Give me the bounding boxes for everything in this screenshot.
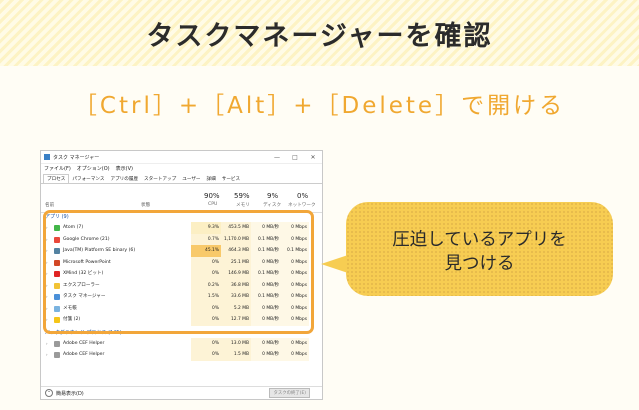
tab-processes[interactable]: プロセス xyxy=(43,174,70,183)
process-memory: 13.0 MB xyxy=(221,337,251,349)
column-name[interactable]: 名前 xyxy=(45,202,54,208)
maximize-button[interactable]: □ xyxy=(286,154,304,161)
page-title: タスクマネージャーを確認 xyxy=(146,21,493,52)
window-title: タスク マネージャー xyxy=(53,154,100,161)
process-name: Adobe CEF Helper xyxy=(63,340,105,346)
close-button[interactable]: ✕ xyxy=(304,154,322,161)
process-memory: 1.5 MB xyxy=(221,349,251,361)
disk-total: 9% xyxy=(267,192,279,200)
end-task-button[interactable]: タスクの終了(E) xyxy=(269,388,310,398)
tab-app-history[interactable]: アプリの履歴 xyxy=(107,175,141,183)
callout-text: 圧迫しているアプリを 見つける xyxy=(392,230,567,274)
column-memory[interactable]: メモリ xyxy=(236,202,250,208)
tab-users[interactable]: ユーザー xyxy=(179,175,203,183)
expand-arrow-icon[interactable]: › xyxy=(46,338,48,350)
column-cpu[interactable]: CPU xyxy=(208,202,217,207)
tab-bar: プロセス パフォーマンス アプリの履歴 スタートアップ ユーザー 詳細 サービス xyxy=(41,173,322,184)
process-cpu: 0% xyxy=(191,337,221,349)
menu-options[interactable]: オプション(O) xyxy=(77,165,110,172)
process-icon xyxy=(54,340,60,347)
menu-bar: ファイル(F) オプション(O) 表示(V) xyxy=(41,164,322,173)
expand-arrow-icon[interactable]: › xyxy=(46,349,48,361)
memory-total: 59% xyxy=(234,192,250,200)
window-footer: ⌃ 簡易表示(D) タスクの終了(E) xyxy=(41,386,322,399)
process-disk: 0 MB/秒 xyxy=(251,349,281,361)
process-icon xyxy=(54,352,60,358)
callout-tail xyxy=(321,255,348,273)
column-header: 名前 状態 90% CPU 59% メモリ 9% ディスク 0% ネットワーク xyxy=(41,184,322,213)
process-network: 0 Mbps xyxy=(281,337,309,349)
process-cpu: 0% xyxy=(191,349,221,361)
process-row[interactable]: › Adobe CEF Helper 0% 13.0 MB 0 MB/秒 0 Mbps xyxy=(41,337,322,350)
tab-performance[interactable]: パフォーマンス xyxy=(69,175,107,183)
network-total: 0% xyxy=(297,192,309,200)
minimize-button[interactable]: — xyxy=(268,154,286,161)
tab-details[interactable]: 詳細 xyxy=(204,175,219,183)
cpu-total: 90% xyxy=(204,192,220,200)
menu-view[interactable]: 表示(V) xyxy=(116,165,133,172)
column-status[interactable]: 状態 xyxy=(141,202,150,208)
column-disk[interactable]: ディスク xyxy=(263,202,281,208)
menu-file[interactable]: ファイル(F) xyxy=(44,165,71,172)
less-details-link[interactable]: 簡易表示(D) xyxy=(56,390,84,397)
tab-services[interactable]: サービス xyxy=(219,175,243,183)
chevron-up-icon[interactable]: ⌃ xyxy=(45,389,53,397)
process-disk: 0 MB/秒 xyxy=(251,337,281,349)
background-list: › Adobe CEF Helper 0% 13.0 MB 0 MB/秒 0 Mbps › A… xyxy=(41,337,322,361)
tab-startup[interactable]: スタートアップ xyxy=(141,175,179,183)
process-row[interactable]: › Adobe CEF Helper 0% 1.5 MB 0 MB/秒 0 Mbps xyxy=(41,349,322,361)
column-network[interactable]: ネットワーク xyxy=(288,202,316,208)
apps-highlight-frame xyxy=(43,210,314,334)
window-titlebar: タスク マネージャー — □ ✕ xyxy=(41,151,322,164)
task-manager-icon xyxy=(44,154,50,160)
process-network: 0 Mbps xyxy=(281,349,309,361)
shortcut-instruction: ［Ctrl］+［Alt］+［Delete］で開ける xyxy=(73,93,566,119)
process-name: Adobe CEF Helper xyxy=(63,352,105,357)
